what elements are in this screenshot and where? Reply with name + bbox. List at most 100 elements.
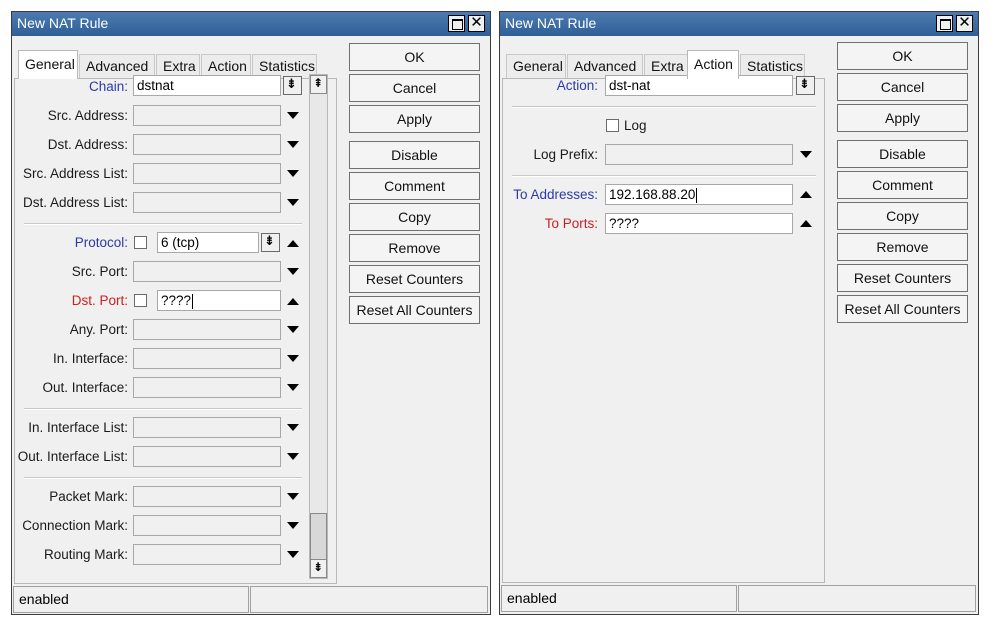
connection-mark-field[interactable]: [133, 515, 281, 536]
action-dropdown-button[interactable]: ⇟: [796, 76, 815, 95]
tab-general[interactable]: General: [506, 54, 566, 78]
copy-button[interactable]: Copy: [837, 202, 968, 230]
protocol-select[interactable]: 6 (tcp): [157, 232, 259, 253]
dst-port-negate-checkbox[interactable]: [134, 294, 147, 307]
reset-all-counters-button[interactable]: Reset All Counters: [837, 295, 968, 323]
chain-select[interactable]: dstnat: [133, 75, 281, 96]
log-checkbox[interactable]: [606, 119, 619, 132]
section-divider: [24, 408, 302, 410]
close-icon: ✕: [958, 14, 971, 31]
tab-action[interactable]: Action: [687, 50, 739, 79]
close-button[interactable]: ✕: [468, 15, 485, 32]
copy-button[interactable]: Copy: [349, 203, 480, 231]
chain-value: dstnat: [137, 78, 174, 93]
ok-button[interactable]: OK: [837, 42, 968, 70]
remove-button[interactable]: Remove: [837, 233, 968, 261]
dst-address-list-field[interactable]: [133, 192, 281, 213]
dst-port-text: ????: [161, 293, 192, 308]
left-title-bar[interactable]: New NAT Rule ✕: [12, 12, 490, 36]
collapse-up-icon[interactable]: [800, 191, 812, 198]
comment-button[interactable]: Comment: [349, 172, 480, 200]
expand-down-icon[interactable]: [287, 384, 299, 391]
routing-mark-field[interactable]: [133, 544, 281, 565]
expand-down-icon[interactable]: [287, 453, 299, 460]
tab-label: Statistics: [259, 58, 316, 74]
scroll-thumb[interactable]: [310, 513, 327, 561]
src-address-field[interactable]: [133, 105, 281, 126]
protocol-negate-checkbox[interactable]: [134, 236, 147, 249]
to-addresses-label: To Addresses:: [513, 187, 598, 202]
protocol-dropdown-button[interactable]: ⇟: [261, 233, 280, 252]
dst-port-input[interactable]: ????: [157, 290, 281, 311]
apply-button[interactable]: Apply: [349, 105, 480, 133]
src-address-list-label: Src. Address List:: [22, 166, 128, 181]
src-address-list-field[interactable]: [133, 163, 281, 184]
tab-label: Extra: [163, 58, 196, 74]
collapse-up-icon[interactable]: [287, 240, 299, 247]
reset-counters-button[interactable]: Reset Counters: [837, 264, 968, 292]
collapse-up-icon[interactable]: [287, 298, 299, 305]
out-interface-field[interactable]: [133, 377, 281, 398]
collapse-up-icon[interactable]: [800, 220, 812, 227]
text-cursor: [696, 187, 698, 203]
expand-down-icon[interactable]: [800, 151, 812, 158]
disable-button[interactable]: Disable: [349, 141, 480, 169]
expand-down-icon[interactable]: [287, 199, 299, 206]
tab-label: Action: [208, 58, 247, 74]
scroll-up-button[interactable]: ⇞: [310, 75, 327, 94]
to-ports-input[interactable]: ????: [605, 213, 793, 234]
dst-address-field[interactable]: [133, 134, 281, 155]
expand-down-icon[interactable]: [287, 424, 299, 431]
src-port-label: Src. Port:: [71, 264, 128, 279]
tab-general[interactable]: General: [18, 50, 78, 79]
apply-button[interactable]: Apply: [837, 104, 968, 132]
in-interface-list-field[interactable]: [133, 417, 281, 438]
packet-mark-field[interactable]: [133, 486, 281, 507]
vertical-scrollbar[interactable]: ⇞ ⇟: [309, 74, 328, 579]
expand-down-icon[interactable]: [287, 112, 299, 119]
dropdown-down-icon: ⇟: [286, 76, 297, 91]
expand-down-icon[interactable]: [287, 522, 299, 529]
expand-down-icon[interactable]: [287, 141, 299, 148]
out-interface-label: Out. Interface:: [42, 380, 128, 395]
to-ports-label: To Ports:: [544, 216, 598, 231]
expand-down-icon[interactable]: [287, 326, 299, 333]
src-port-field[interactable]: [133, 261, 281, 282]
reset-counters-button[interactable]: Reset Counters: [349, 265, 480, 293]
any-port-field[interactable]: [133, 319, 281, 340]
status-bar-secondary: [250, 586, 488, 613]
expand-down-icon[interactable]: [287, 268, 299, 275]
remove-button[interactable]: Remove: [349, 234, 480, 262]
log-prefix-field[interactable]: [605, 144, 793, 165]
packet-mark-label: Packet Mark:: [49, 489, 128, 504]
status-bar-secondary: [738, 585, 976, 612]
any-port-label: Any. Port:: [69, 322, 128, 337]
tab-label: Statistics: [747, 58, 804, 74]
scroll-down-button[interactable]: ⇟: [310, 559, 327, 578]
section-divider: [512, 106, 816, 108]
maximize-button[interactable]: [936, 15, 953, 32]
right-title-bar[interactable]: New NAT Rule ✕: [500, 12, 978, 36]
expand-down-icon[interactable]: [287, 355, 299, 362]
cancel-button[interactable]: Cancel: [349, 74, 480, 102]
chain-label: Chain:: [88, 79, 128, 94]
in-interface-list-label: In. Interface List:: [28, 420, 128, 435]
chain-dropdown-button[interactable]: ⇟: [283, 76, 302, 95]
maximize-icon: [452, 19, 463, 30]
cancel-button[interactable]: Cancel: [837, 73, 968, 101]
ok-button[interactable]: OK: [349, 43, 480, 71]
reset-all-counters-button[interactable]: Reset All Counters: [349, 296, 480, 324]
to-addresses-input[interactable]: 192.168.88.20: [605, 184, 793, 205]
text-cursor: [192, 293, 194, 309]
disable-button[interactable]: Disable: [837, 140, 968, 168]
close-button[interactable]: ✕: [956, 15, 973, 32]
in-interface-field[interactable]: [133, 348, 281, 369]
maximize-icon: [940, 19, 951, 30]
maximize-button[interactable]: [448, 15, 465, 32]
out-interface-list-field[interactable]: [133, 446, 281, 467]
routing-mark-label: Routing Mark:: [43, 547, 128, 562]
expand-down-icon[interactable]: [287, 493, 299, 500]
comment-button[interactable]: Comment: [837, 171, 968, 199]
expand-down-icon[interactable]: [287, 551, 299, 558]
expand-down-icon[interactable]: [287, 170, 299, 177]
